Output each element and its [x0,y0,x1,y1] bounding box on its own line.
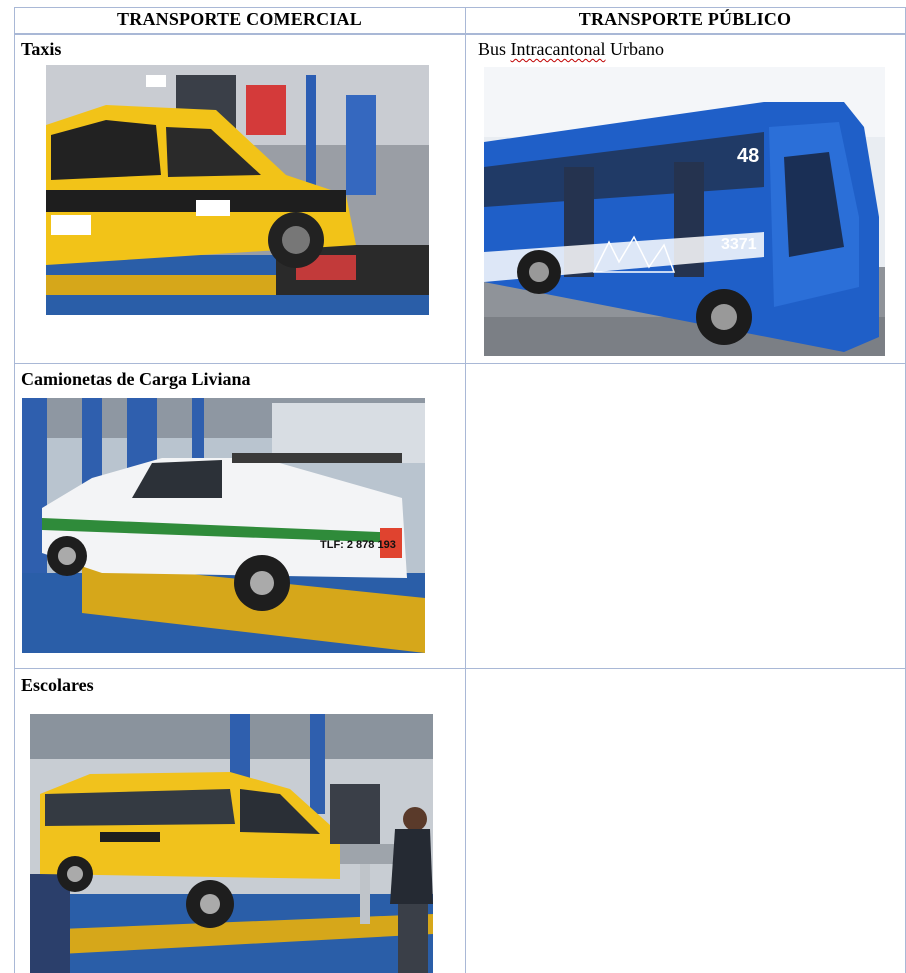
bus-label-suffix: Urbano [605,39,664,59]
escolares-label: Escolares [21,675,94,695]
school-van-inspection-photo [30,714,433,973]
bus-label: Bus Intracantonal Urbano [478,39,664,60]
header-publico: TRANSPORTE PÚBLICO [578,9,792,29]
vehicle-table: TRANSPORTE COMERCIAL TRANSPORTE PÚBLICO … [14,7,906,973]
bus-route: 48 [737,145,759,167]
column-divider [465,7,466,973]
truck-phone: TLF: 2 878 193 [320,539,396,551]
bus-label-prefix: Bus [478,39,511,59]
bus-number: 3371 [721,236,757,253]
taxis-label: Taxis [21,39,62,59]
row-divider [14,363,906,364]
taxi-inspection-photo [46,65,429,315]
row-divider [14,668,906,669]
camionetas-label: Camionetas de Carga Liviana [21,369,251,389]
bus-label-marked: Intracantonal [510,39,606,59]
table-left-border [14,7,15,973]
pickup-truck-inspection-photo: TLF: 2 878 193 [22,398,425,653]
table-top-border [14,7,906,8]
blue-city-bus-photo: 3371 48 [484,67,885,356]
header-divider [14,33,906,35]
header-comercial: TRANSPORTE COMERCIAL [117,9,362,29]
